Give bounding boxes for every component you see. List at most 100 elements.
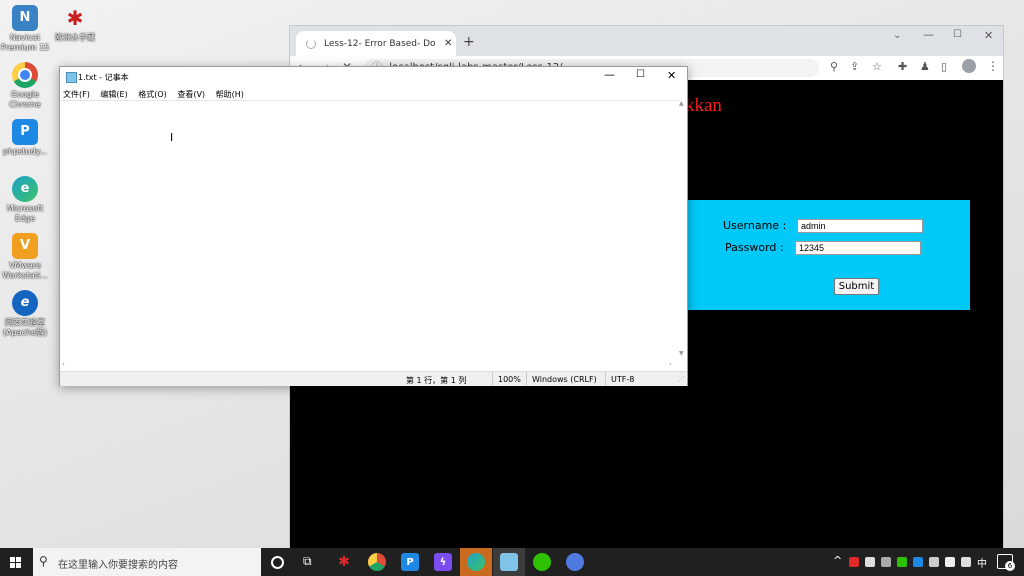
loading-icon: [306, 38, 316, 49]
status-divider: [526, 372, 527, 386]
notepad-title: 1.txt - 记事本: [78, 73, 129, 82]
menu-format[interactable]: 格式(O): [138, 90, 167, 99]
menu-view[interactable]: 查看(V): [177, 90, 205, 99]
notepad-menubar: 文件(F) 编辑(E) 格式(O) 查看(V) 帮助(H): [63, 89, 252, 100]
desktop-icon-edge[interactable]: e Microsoft Edge: [0, 176, 50, 224]
minimize-icon[interactable]: —: [604, 68, 615, 81]
taskbar: ⚲ 在这里输入你要搜索的内容 ⧉ ✱ P ϟ ^ 中 6: [0, 548, 1024, 576]
login-form: Username : admin Password : 12345 Submit: [688, 200, 970, 310]
start-button[interactable]: [10, 557, 21, 568]
task-view-icon[interactable]: ⧉: [303, 554, 312, 569]
tab-title: Less-12- Error Based- Double: [324, 38, 436, 49]
close-icon[interactable]: ✕: [667, 69, 676, 82]
cursor-position: 第 1 行，第 1 列: [406, 376, 467, 385]
tab-search-icon[interactable]: ⌄: [893, 30, 901, 41]
notepad-app-icon: [66, 72, 77, 83]
resize-grip-icon[interactable]: ⋰: [678, 375, 685, 383]
zoom-level: 100%: [498, 375, 521, 384]
taskbar-phpstudy-icon[interactable]: P: [401, 553, 419, 571]
maximize-icon[interactable]: ☐: [953, 29, 962, 40]
desktop-icon-label: 网安实验室(Apache版): [2, 318, 48, 337]
menu-file[interactable]: 文件(F): [63, 90, 90, 99]
taskbar-maple-icon[interactable]: ✱: [335, 553, 353, 571]
notepad-window: 1.txt - 记事本 — ☐ ✕ 文件(F) 编辑(E) 格式(O) 查看(V…: [59, 66, 688, 386]
more-menu-icon[interactable]: ⋮: [987, 59, 999, 73]
line-ending: Windows (CRLF): [532, 375, 597, 384]
notepad-statusbar: 第 1 行，第 1 列 100% Windows (CRLF) UTF-8 ⋰: [60, 371, 687, 386]
search-icon: ⚲: [39, 554, 48, 568]
status-divider: [605, 372, 606, 386]
maple-leaf-icon: ✱: [66, 6, 84, 30]
tray-shield-icon[interactable]: [913, 557, 923, 567]
username-input[interactable]: admin: [797, 219, 923, 233]
desktop-icon-maple[interactable]: ✱ 欧洲水手藏: [50, 5, 100, 43]
phpstudy-icon: P: [12, 119, 38, 145]
scroll-left-icon[interactable]: ‹: [62, 360, 65, 368]
input-method-indicator[interactable]: 中: [977, 555, 987, 570]
cortana-icon[interactable]: [271, 556, 284, 569]
desktop-icon-ie[interactable]: e 网安实验室(Apache版): [0, 290, 50, 338]
desktop-icon-label: Google Chrome: [9, 90, 41, 109]
vertical-scrollbar[interactable]: ▲ ▼: [679, 100, 687, 361]
password-label: Password :: [725, 241, 784, 254]
desktop-icon-vmware[interactable]: V VMware Workstati...: [0, 233, 50, 281]
taskbar-wechat-icon[interactable]: [533, 553, 551, 571]
notepad-titlebar: 1.txt - 记事本 — ☐ ✕: [60, 67, 687, 87]
horizontal-scrollbar[interactable]: ‹ ›: [60, 360, 679, 369]
scroll-down-icon[interactable]: ▼: [679, 350, 684, 357]
extensions-icon[interactable]: ✚: [898, 60, 907, 73]
taskbar-edge-icon[interactable]: [467, 553, 485, 571]
extension-pin-icon[interactable]: ♟: [920, 60, 930, 73]
taskbar-chrome-icon[interactable]: [368, 553, 386, 571]
encoding: UTF-8: [611, 375, 635, 384]
taskbar-search-box[interactable]: ⚲ 在这里输入你要搜索的内容: [33, 548, 261, 576]
scroll-up-icon[interactable]: ▲: [679, 100, 684, 107]
page-heading: kkan: [685, 95, 722, 116]
tray-wechat-icon[interactable]: [897, 557, 907, 567]
desktop-icon-label: Navicat Premium 15: [0, 33, 50, 52]
desktop-icon-navicat[interactable]: N Navicat Premium 15: [0, 5, 50, 53]
sidebar-icon[interactable]: ▯: [941, 60, 947, 73]
zoom-icon[interactable]: ⚲: [830, 60, 838, 73]
desktop-icon-label: 欧洲水手藏: [55, 33, 95, 42]
tab-strip: Less-12- Error Based- Double ✕ + ⌄ — ☐ ✕: [290, 26, 1003, 56]
status-divider: [492, 372, 493, 386]
battery-icon[interactable]: [945, 557, 955, 567]
taskbar-browser-icon[interactable]: [566, 553, 584, 571]
navicat-icon: N: [12, 5, 38, 31]
maximize-icon[interactable]: ☐: [636, 69, 645, 80]
edge-icon: e: [12, 176, 38, 202]
taskbar-phpstorm-icon[interactable]: ϟ: [434, 553, 452, 571]
search-placeholder: 在这里输入你要搜索的内容: [58, 560, 178, 571]
scroll-right-icon[interactable]: ›: [669, 360, 672, 368]
desktop-icon-phpstudy[interactable]: P phpstudy...: [0, 119, 50, 157]
browser-tab[interactable]: Less-12- Error Based- Double ✕: [296, 31, 456, 56]
close-icon[interactable]: ✕: [984, 29, 993, 42]
show-hidden-icons[interactable]: ^: [833, 554, 842, 567]
desktop-icon-chrome[interactable]: Google Chrome: [0, 62, 50, 110]
username-label: Username :: [723, 219, 787, 232]
ie-icon: e: [12, 290, 38, 316]
text-cursor-icon: I: [170, 131, 174, 144]
desktop-icon-label: phpstudy...: [3, 147, 47, 156]
star-icon[interactable]: ☆: [872, 60, 882, 73]
minimize-icon[interactable]: —: [923, 28, 934, 41]
notification-count-badge: 6: [1005, 561, 1015, 571]
tray-app-icon[interactable]: [865, 557, 875, 567]
notepad-text-area[interactable]: [60, 100, 679, 362]
profile-icon[interactable]: [962, 59, 976, 73]
new-tab-icon[interactable]: +: [463, 34, 475, 50]
menu-edit[interactable]: 编辑(E): [100, 90, 127, 99]
close-tab-icon[interactable]: ✕: [444, 38, 452, 49]
chrome-icon: [12, 62, 38, 88]
share-icon[interactable]: ⇪: [850, 60, 859, 73]
tray-maple-icon[interactable]: [849, 557, 859, 567]
network-icon[interactable]: [961, 557, 971, 567]
tray-app-icon[interactable]: [881, 557, 891, 567]
submit-button[interactable]: Submit: [834, 278, 879, 295]
tray-app-icon[interactable]: [929, 557, 939, 567]
taskbar-notepad-icon[interactable]: [500, 553, 518, 571]
password-input[interactable]: 12345: [795, 241, 921, 255]
vmware-icon: V: [12, 233, 38, 259]
menu-help[interactable]: 帮助(H): [216, 90, 244, 99]
